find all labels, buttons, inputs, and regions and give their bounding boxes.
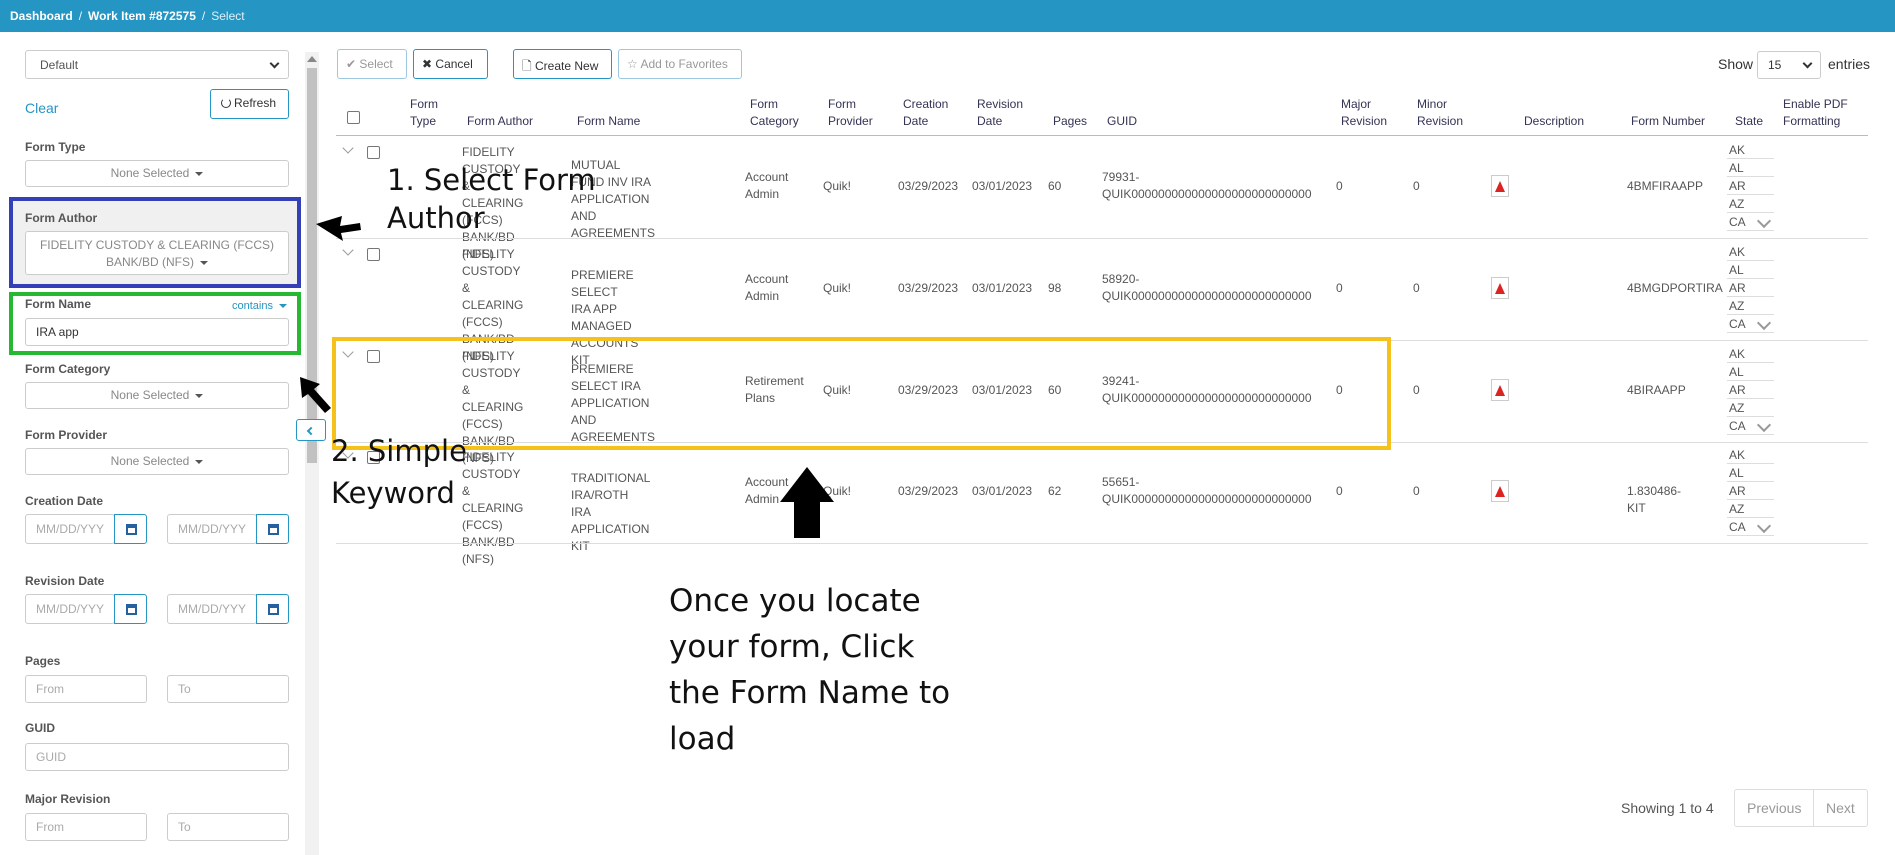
annotation-arrows [300, 216, 834, 538]
arrow-up-left-icon [300, 377, 331, 413]
arrow-left-icon [316, 216, 361, 241]
arrow-up-icon [780, 467, 834, 538]
